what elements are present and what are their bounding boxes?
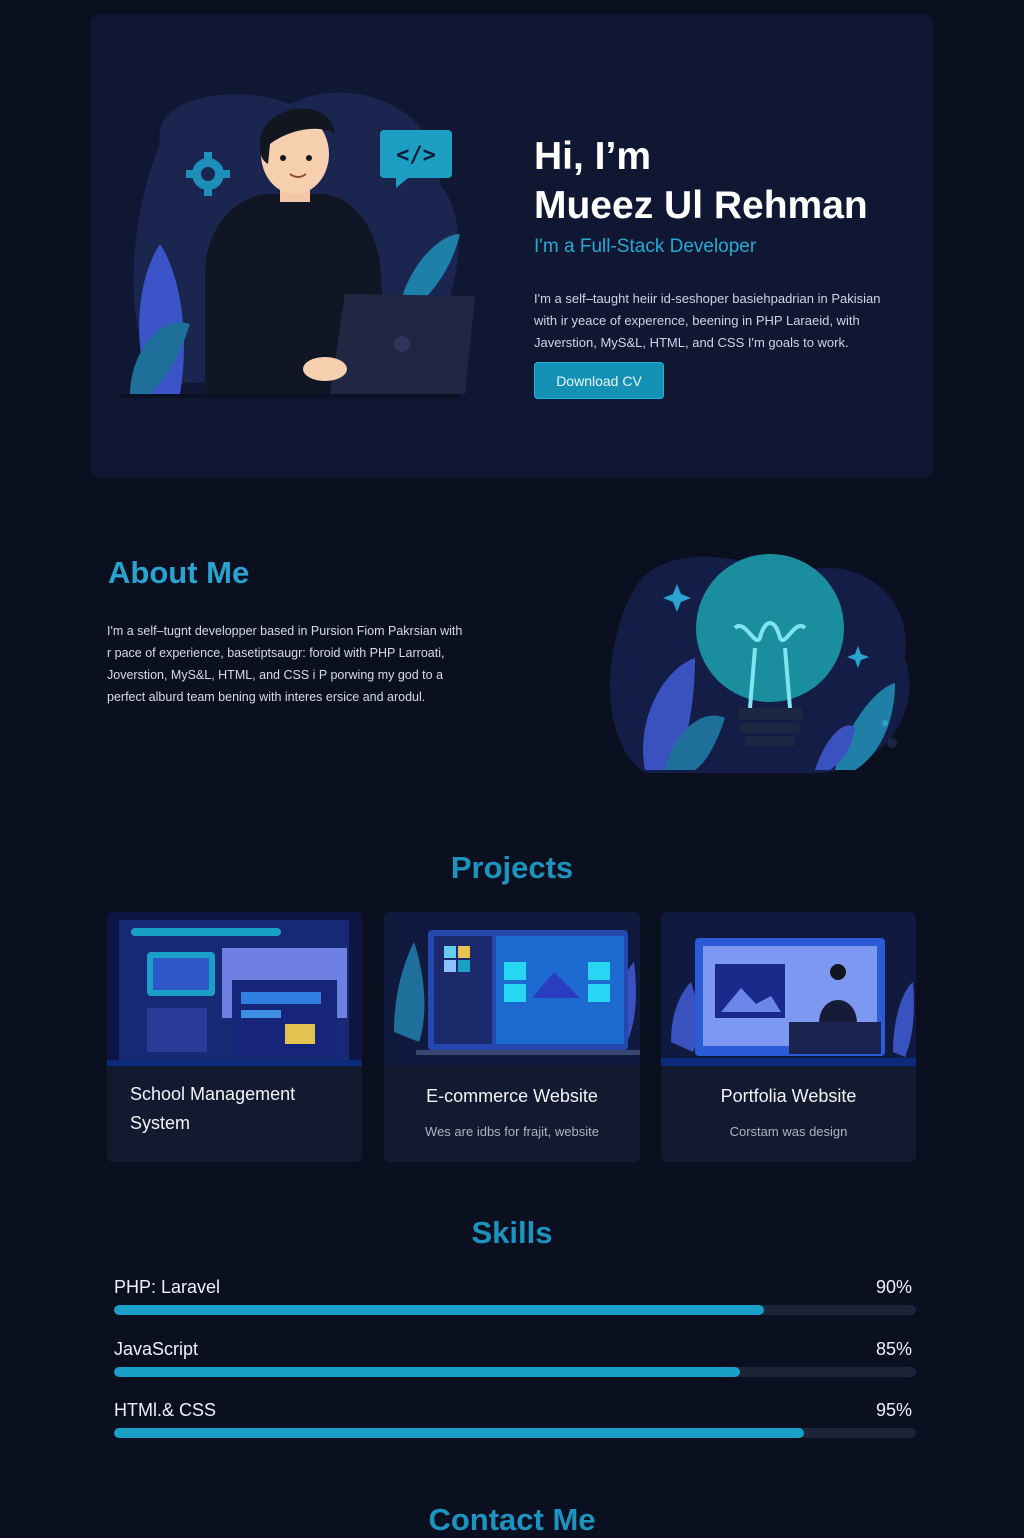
svg-text:</>: </> <box>396 143 436 168</box>
skill-progress-bar <box>114 1428 916 1438</box>
hero-heading: Hi, I’m Mueez Ul Rehman <box>534 132 914 230</box>
projects-title: Projects <box>450 850 574 885</box>
project-thumbnail <box>384 912 640 1066</box>
skill-percent: 95% <box>875 1400 912 1420</box>
download-cv-button[interactable]: Download CV <box>534 362 664 399</box>
skill-name: HTMl.& CSS <box>114 1400 217 1420</box>
project-card-portfolio[interactable]: Portfolia Website Corstam was design <box>661 912 916 1162</box>
project-title: Portfolia Website <box>720 1086 857 1106</box>
skill-javascript: JavaScript 85% <box>114 1339 916 1389</box>
hero-subtitle: I'm a Full-Stack Developer <box>534 236 757 257</box>
skills-title: Skills <box>471 1215 553 1250</box>
project-title: School Management System <box>130 1084 296 1133</box>
developer-illustration: </> <box>120 92 475 398</box>
skill-progress-fill <box>114 1305 764 1315</box>
project-subtitle: Wes are idbs for frajit, website <box>425 1124 599 1139</box>
project-card-ecommerce[interactable]: E-commerce Website Wes are idbs for fraj… <box>384 912 640 1162</box>
project-thumbnail <box>661 912 916 1066</box>
skill-name: PHP: Laravel <box>114 1277 221 1297</box>
project-title: E-commerce Website <box>426 1086 598 1106</box>
project-thumbnail <box>107 912 362 1066</box>
contact-title: Contact Me <box>428 1502 596 1537</box>
lightbulb-illustration <box>610 554 910 774</box>
skill-progress-fill <box>114 1367 740 1377</box>
project-subtitle: Corstam was design <box>729 1124 848 1139</box>
hero-section: </> Hi, I’m Mueez Ul Rehman I'm a Full-S… <box>90 14 933 478</box>
about-description: I'm a self–tugnt developper based in Pur… <box>107 624 463 704</box>
skill-progress-bar <box>114 1367 916 1377</box>
skill-html-css: HTMl.& CSS 95% <box>114 1400 916 1450</box>
hero-description: I'm a self–taught heiir id-seshoper basi… <box>534 291 881 350</box>
skill-percent: 85% <box>875 1339 912 1359</box>
developer-name: Mueez Ul Rehman <box>534 184 868 227</box>
skill-name: JavaScript <box>114 1339 199 1359</box>
skill-php: PHP: Laravel 90% <box>114 1277 916 1327</box>
greeting-line: Hi, I’m <box>534 135 652 178</box>
skill-percent: 90% <box>875 1277 912 1297</box>
skill-progress-fill <box>114 1428 804 1438</box>
skill-progress-bar <box>114 1305 916 1315</box>
about-title: About Me <box>108 555 250 590</box>
project-card-school[interactable]: School Management System <box>107 912 362 1162</box>
